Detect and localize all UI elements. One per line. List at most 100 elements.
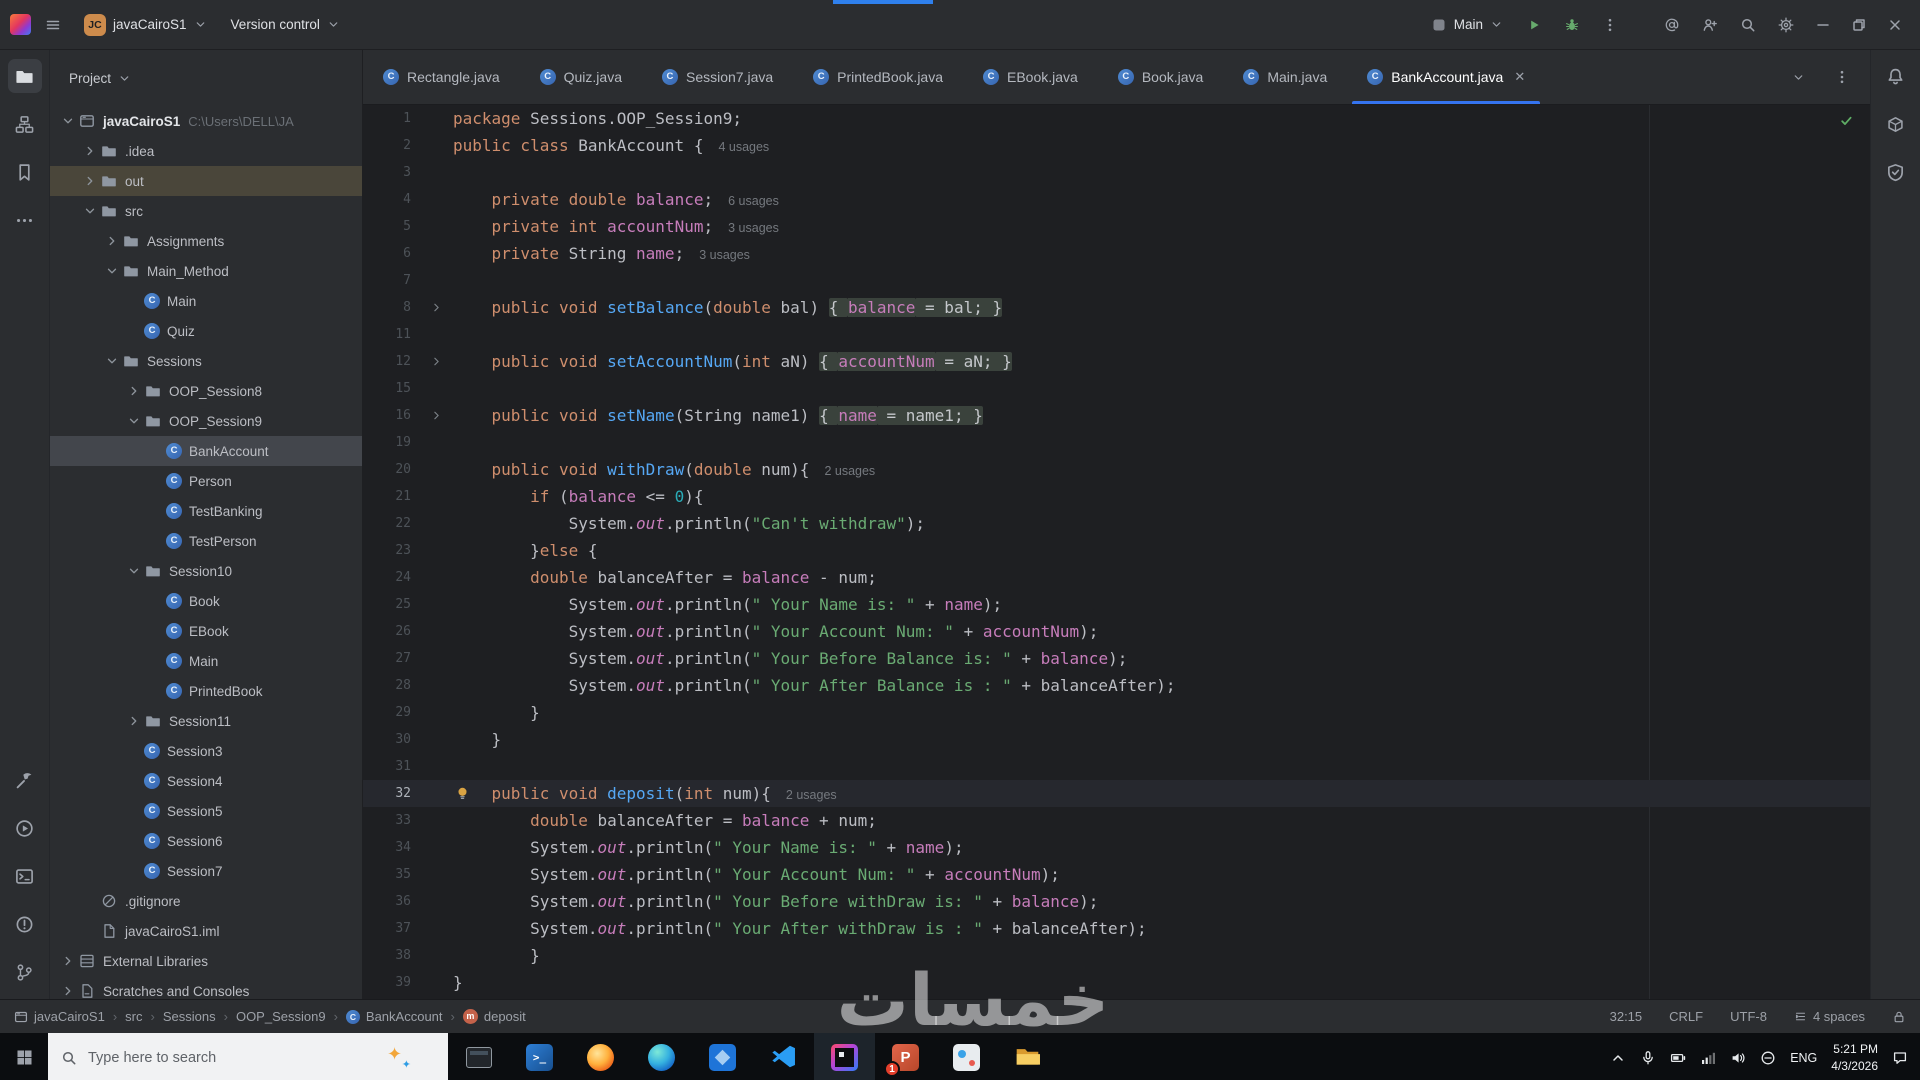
chevron-right-icon[interactable]	[80, 144, 100, 158]
code-line-19[interactable]: 19	[363, 429, 1870, 456]
usages-hint[interactable]: 4 usages	[718, 140, 769, 154]
start-button[interactable]	[0, 1033, 48, 1080]
breadcrumb-deposit[interactable]: m deposit	[462, 1009, 526, 1024]
tabs-list-button[interactable]	[1782, 62, 1814, 92]
build-icon[interactable]	[8, 763, 42, 797]
code-line-12[interactable]: 12 public void setAccountNum(int aN) { a…	[363, 348, 1870, 375]
tree-item-TestBanking[interactable]: C TestBanking	[50, 496, 362, 526]
tree-item-Person[interactable]: C Person	[50, 466, 362, 496]
code-line-15[interactable]: 15	[363, 375, 1870, 402]
chevron-down-icon[interactable]	[124, 414, 144, 428]
tree-item-.idea[interactable]: .idea	[50, 136, 362, 166]
tree-item-Sessions[interactable]: Sessions	[50, 346, 362, 376]
code-line-11[interactable]: 11	[363, 321, 1870, 348]
tab-options-button[interactable]	[1826, 62, 1858, 92]
tab-PrintedBook.java[interactable]: C PrintedBook.java	[793, 50, 963, 104]
code-line-30[interactable]: 30 }	[363, 726, 1870, 753]
code-line-8[interactable]: 8 public void setBalance(double bal) { b…	[363, 294, 1870, 321]
tree-item-Session11[interactable]: Session11	[50, 706, 362, 736]
tree-item-src[interactable]: src	[50, 196, 362, 226]
chevron-right-icon[interactable]	[102, 234, 122, 248]
taskbar-clock[interactable]: 5:21 PM 4/3/2026	[1831, 1041, 1878, 1075]
powershell-icon[interactable]: >_	[509, 1033, 570, 1080]
action-center-icon[interactable]	[1892, 1050, 1908, 1066]
run-config-selector[interactable]: Main	[1422, 13, 1512, 37]
code-line-22[interactable]: 22 System.out.println("Can't withdraw");	[363, 510, 1870, 537]
services-icon[interactable]	[8, 811, 42, 845]
language-indicator[interactable]: ENG	[1790, 1051, 1817, 1065]
code-line-36[interactable]: 36 System.out.println(" Your Before with…	[363, 888, 1870, 915]
breadcrumb-BankAccount[interactable]: C BankAccount	[345, 1009, 443, 1024]
tree-item-Main[interactable]: C Main	[50, 646, 362, 676]
tree-item-Session6[interactable]: C Session6	[50, 826, 362, 856]
tab-EBook.java[interactable]: C EBook.java	[963, 50, 1098, 104]
search-highlights-icon[interactable]: ✦ ✦	[387, 1044, 411, 1071]
paint-icon[interactable]	[936, 1033, 997, 1080]
bookmarks-icon[interactable]	[8, 155, 42, 189]
dependency-checker-icon[interactable]	[1879, 155, 1913, 189]
tree-item-OOP_Session9[interactable]: OOP_Session9	[50, 406, 362, 436]
tree-item-Session3[interactable]: C Session3	[50, 736, 362, 766]
search-everywhere-button[interactable]	[1732, 10, 1764, 40]
caret-position[interactable]: 32:15	[1610, 1009, 1643, 1024]
close-tab-icon[interactable]: ✕	[1514, 69, 1525, 85]
code-line-3[interactable]: 3	[363, 159, 1870, 186]
code-line-23[interactable]: 23 }else {	[363, 537, 1870, 564]
code-line-27[interactable]: 27 System.out.println(" Your Before Bala…	[363, 645, 1870, 672]
tab-Main.java[interactable]: C Main.java	[1223, 50, 1347, 104]
code-line-33[interactable]: 33 double balanceAfter = balance + num;	[363, 807, 1870, 834]
powerpoint-icon[interactable]: P1	[875, 1033, 936, 1080]
tab-Quiz.java[interactable]: C Quiz.java	[520, 50, 642, 104]
code-line-25[interactable]: 25 System.out.println(" Your Name is: " …	[363, 591, 1870, 618]
chevron-right-icon[interactable]	[124, 714, 144, 728]
code-line-7[interactable]: 7	[363, 267, 1870, 294]
code-line-2[interactable]: 2 public class BankAccount {4 usages	[363, 132, 1870, 159]
tree-item-BankAccount[interactable]: C BankAccount	[50, 436, 362, 466]
usages-hint[interactable]: 2 usages	[786, 788, 837, 802]
code-line-38[interactable]: 38 }	[363, 942, 1870, 969]
project-panel-header[interactable]: Project	[50, 50, 362, 106]
file-encoding[interactable]: UTF-8	[1730, 1009, 1767, 1024]
terminal-icon[interactable]	[8, 859, 42, 893]
fold-arrow-icon[interactable]	[419, 402, 453, 429]
settings-button[interactable]	[1770, 10, 1802, 40]
taskbar-search[interactable]: Type here to search ✦ ✦	[48, 1033, 448, 1080]
code-line-34[interactable]: 34 System.out.println(" Your Name is: " …	[363, 834, 1870, 861]
chevron-down-icon[interactable]	[58, 114, 78, 128]
code-line-21[interactable]: 21 if (balance <= 0){	[363, 483, 1870, 510]
code-line-26[interactable]: 26 System.out.println(" Your Account Num…	[363, 618, 1870, 645]
inspections-ok-icon[interactable]	[1839, 113, 1854, 128]
usages-hint[interactable]: 3 usages	[728, 221, 779, 235]
breadcrumb-OOP_Session9[interactable]: OOP_Session9	[236, 1009, 326, 1024]
code-line-28[interactable]: 28 System.out.println(" Your After Balan…	[363, 672, 1870, 699]
antivirus-icon[interactable]	[1760, 1050, 1776, 1066]
chevron-down-icon[interactable]	[80, 204, 100, 218]
volume-icon[interactable]	[1730, 1050, 1746, 1066]
firefox-icon[interactable]	[570, 1033, 631, 1080]
code-line-6[interactable]: 6 private String name; 3 usages	[363, 240, 1870, 267]
run-button[interactable]	[1518, 10, 1550, 40]
tree-item-Session4[interactable]: C Session4	[50, 766, 362, 796]
build-tools-icon[interactable]	[1879, 107, 1913, 141]
battery-icon[interactable]	[1670, 1050, 1686, 1066]
tree-item-Session5[interactable]: C Session5	[50, 796, 362, 826]
usages-hint[interactable]: 2 usages	[824, 464, 875, 478]
at-mentions-button[interactable]	[1656, 10, 1688, 40]
code-editor[interactable]: 1 package Sessions.OOP_Session9; 2 public c…	[363, 105, 1870, 999]
tab-Book.java[interactable]: C Book.java	[1098, 50, 1223, 104]
chevron-down-icon[interactable]	[102, 354, 122, 368]
project-icon[interactable]	[7, 59, 42, 93]
chevron-up-icon[interactable]	[1610, 1050, 1626, 1066]
problems-icon[interactable]	[8, 907, 42, 941]
microphone-icon[interactable]	[1640, 1050, 1656, 1066]
version-control-icon[interactable]	[8, 955, 42, 989]
code-line-1[interactable]: 1 package Sessions.OOP_Session9;	[363, 105, 1870, 132]
tab-BankAccount.java[interactable]: C BankAccount.java ✕	[1347, 50, 1545, 104]
vscode-icon[interactable]	[753, 1033, 814, 1080]
breadcrumb-src[interactable]: src	[125, 1009, 142, 1024]
tree-item-out[interactable]: out	[50, 166, 362, 196]
breadcrumb-Sessions[interactable]: Sessions	[163, 1009, 216, 1024]
code-with-me-button[interactable]	[1694, 10, 1726, 40]
more-tools-icon[interactable]	[8, 203, 42, 237]
code-line-4[interactable]: 4 private double balance; 6 usages	[363, 186, 1870, 213]
